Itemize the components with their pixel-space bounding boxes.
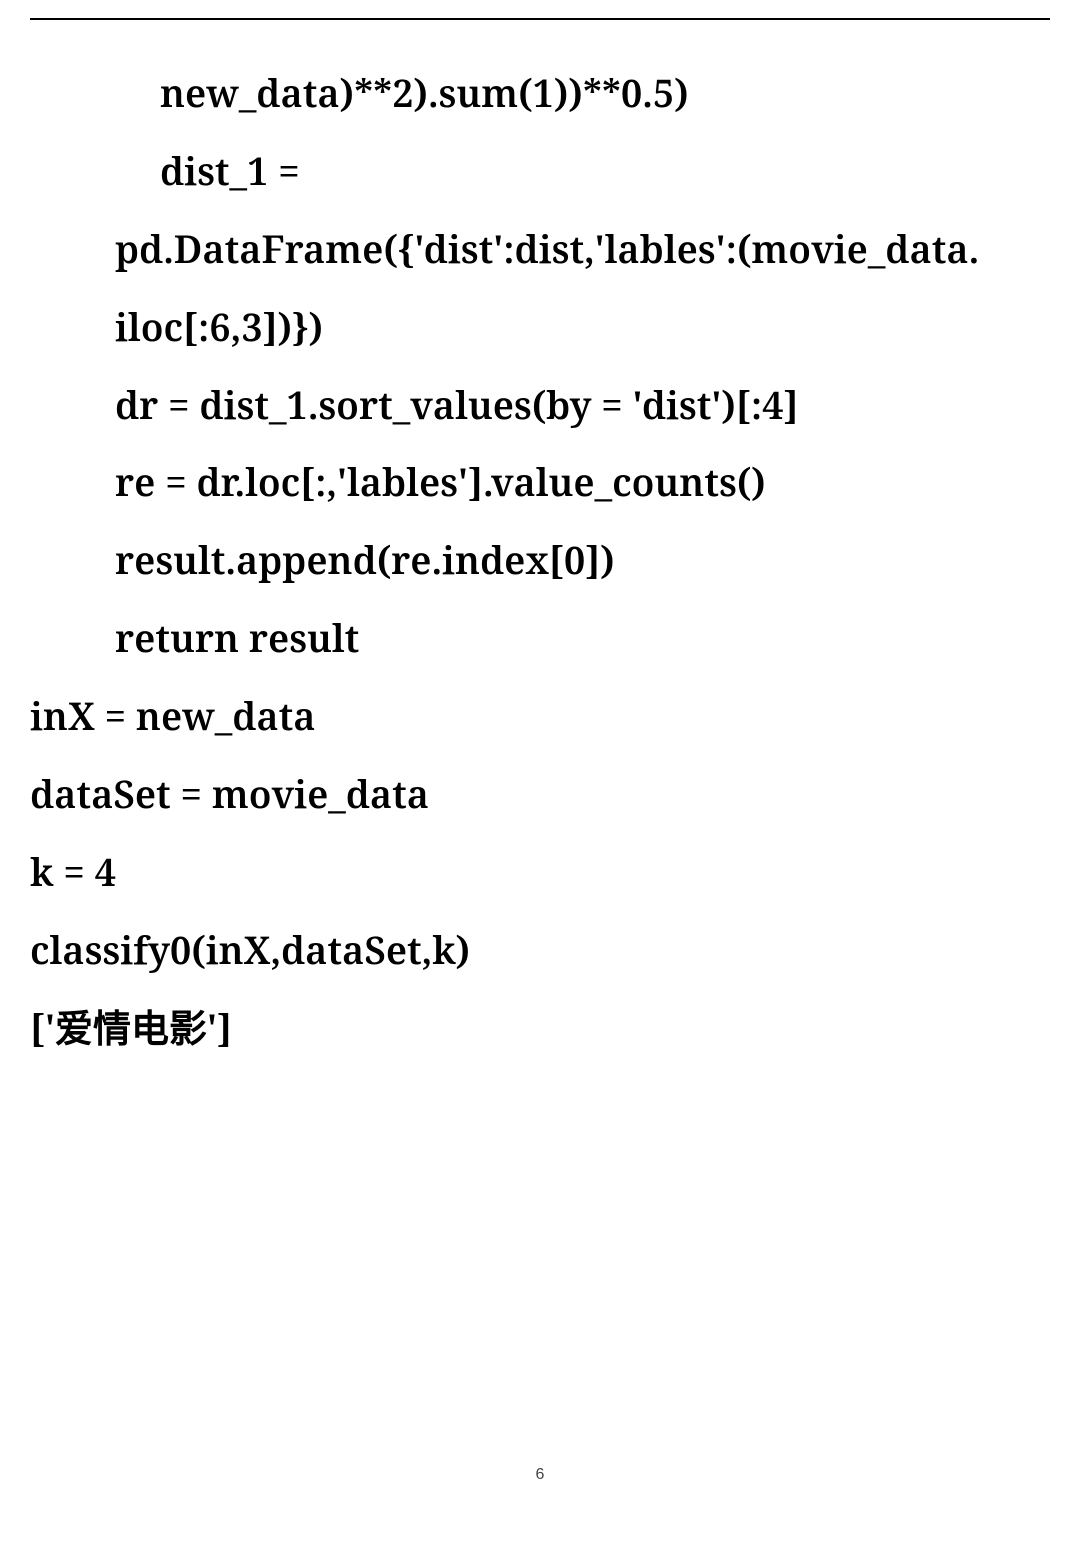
code-line: return result <box>30 600 1050 678</box>
top-rule <box>30 18 1050 20</box>
code-line: dist_1 = <box>30 133 1050 211</box>
code-line: pd.DataFrame({'dist':dist,'lables':(movi… <box>30 211 1050 289</box>
code-line: iloc[:6,3])}) <box>30 289 1050 367</box>
code-line: dr = dist_1.sort_values(by = 'dist')[:4] <box>30 367 1050 445</box>
page-number: 6 <box>0 1466 1080 1484</box>
code-line: result.append(re.index[0]) <box>30 522 1050 600</box>
code-line: classify0(inX,dataSet,k) <box>30 912 1050 990</box>
code-body: new_data)**2).sum(1))**0.5) dist_1 = pd.… <box>30 55 1050 1068</box>
code-line: k = 4 <box>30 834 1050 912</box>
code-line: new_data)**2).sum(1))**0.5) <box>30 55 1050 133</box>
code-line: inX = new_data <box>30 678 1050 756</box>
document-page: new_data)**2).sum(1))**0.5) dist_1 = pd.… <box>0 18 1080 1544</box>
code-line: re = dr.loc[:,'lables'].value_counts() <box>30 444 1050 522</box>
code-line: ['爱情电影'] <box>30 990 1050 1068</box>
code-line: dataSet = movie_data <box>30 756 1050 834</box>
